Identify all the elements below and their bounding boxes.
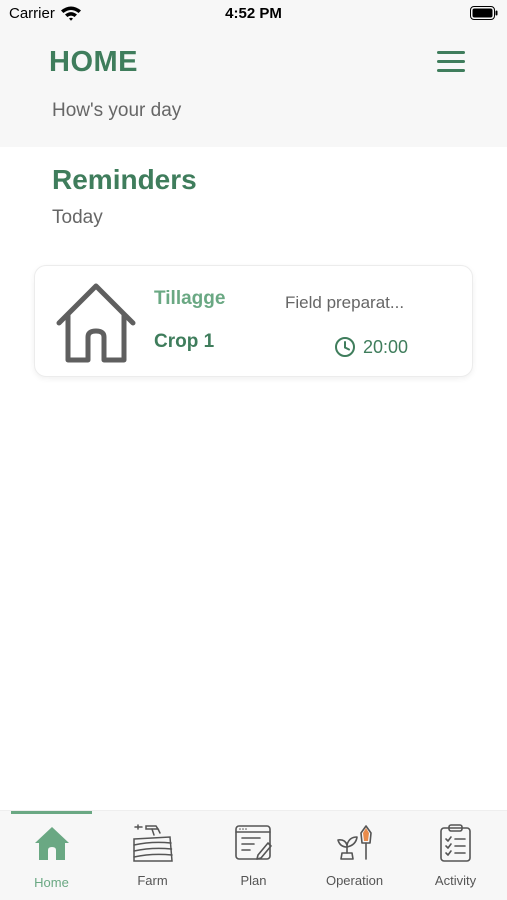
seedling-trowel-icon [336, 825, 372, 860]
tab-bar: Home Farm Plan Operation Activity [0, 810, 507, 900]
reminder-time: 20:00 [363, 337, 409, 357]
tab-label-home: Home [34, 875, 69, 890]
tab-operation[interactable]: Operation [304, 811, 405, 900]
farm-field-icon [132, 824, 173, 862]
reminder-card[interactable]: Tillagge Crop 1 Field preparat... 20:00 [34, 265, 473, 377]
reminders-title: Reminders [52, 164, 197, 195]
plan-board-icon [234, 825, 272, 860]
clipboard-checklist-icon [439, 824, 471, 862]
tab-home[interactable]: Home [1, 811, 102, 900]
header-subtitle: How's your day [52, 100, 182, 121]
reminder-crop: Crop 1 [154, 331, 215, 352]
status-bar: Carrier 4:52 PM [0, 0, 507, 30]
house-icon [56, 283, 136, 363]
reminders-period: Today [52, 207, 103, 228]
tab-label-farm: Farm [137, 873, 168, 888]
page-title: HOME [49, 46, 138, 78]
reminder-description: Field preparat... [285, 293, 405, 312]
hamburger-menu-icon[interactable] [434, 50, 468, 74]
clock-time: 4:52 PM [225, 5, 282, 22]
home-icon [34, 827, 69, 860]
home-screen: Carrier 4:52 PM HOME How's your day Remi… [0, 0, 507, 900]
tab-label-operation: Operation [325, 873, 384, 888]
tab-label-activity: Activity [434, 873, 477, 888]
battery-icon [470, 6, 498, 20]
tab-plan[interactable]: Plan [203, 811, 304, 900]
clock-icon [335, 337, 355, 357]
tab-activity[interactable]: Activity [405, 811, 506, 900]
tab-farm[interactable]: Farm [102, 811, 203, 900]
reminder-activity: Tillagge [154, 288, 226, 309]
header: HOME How's your day [0, 30, 507, 147]
tab-label-plan: Plan [240, 873, 267, 888]
